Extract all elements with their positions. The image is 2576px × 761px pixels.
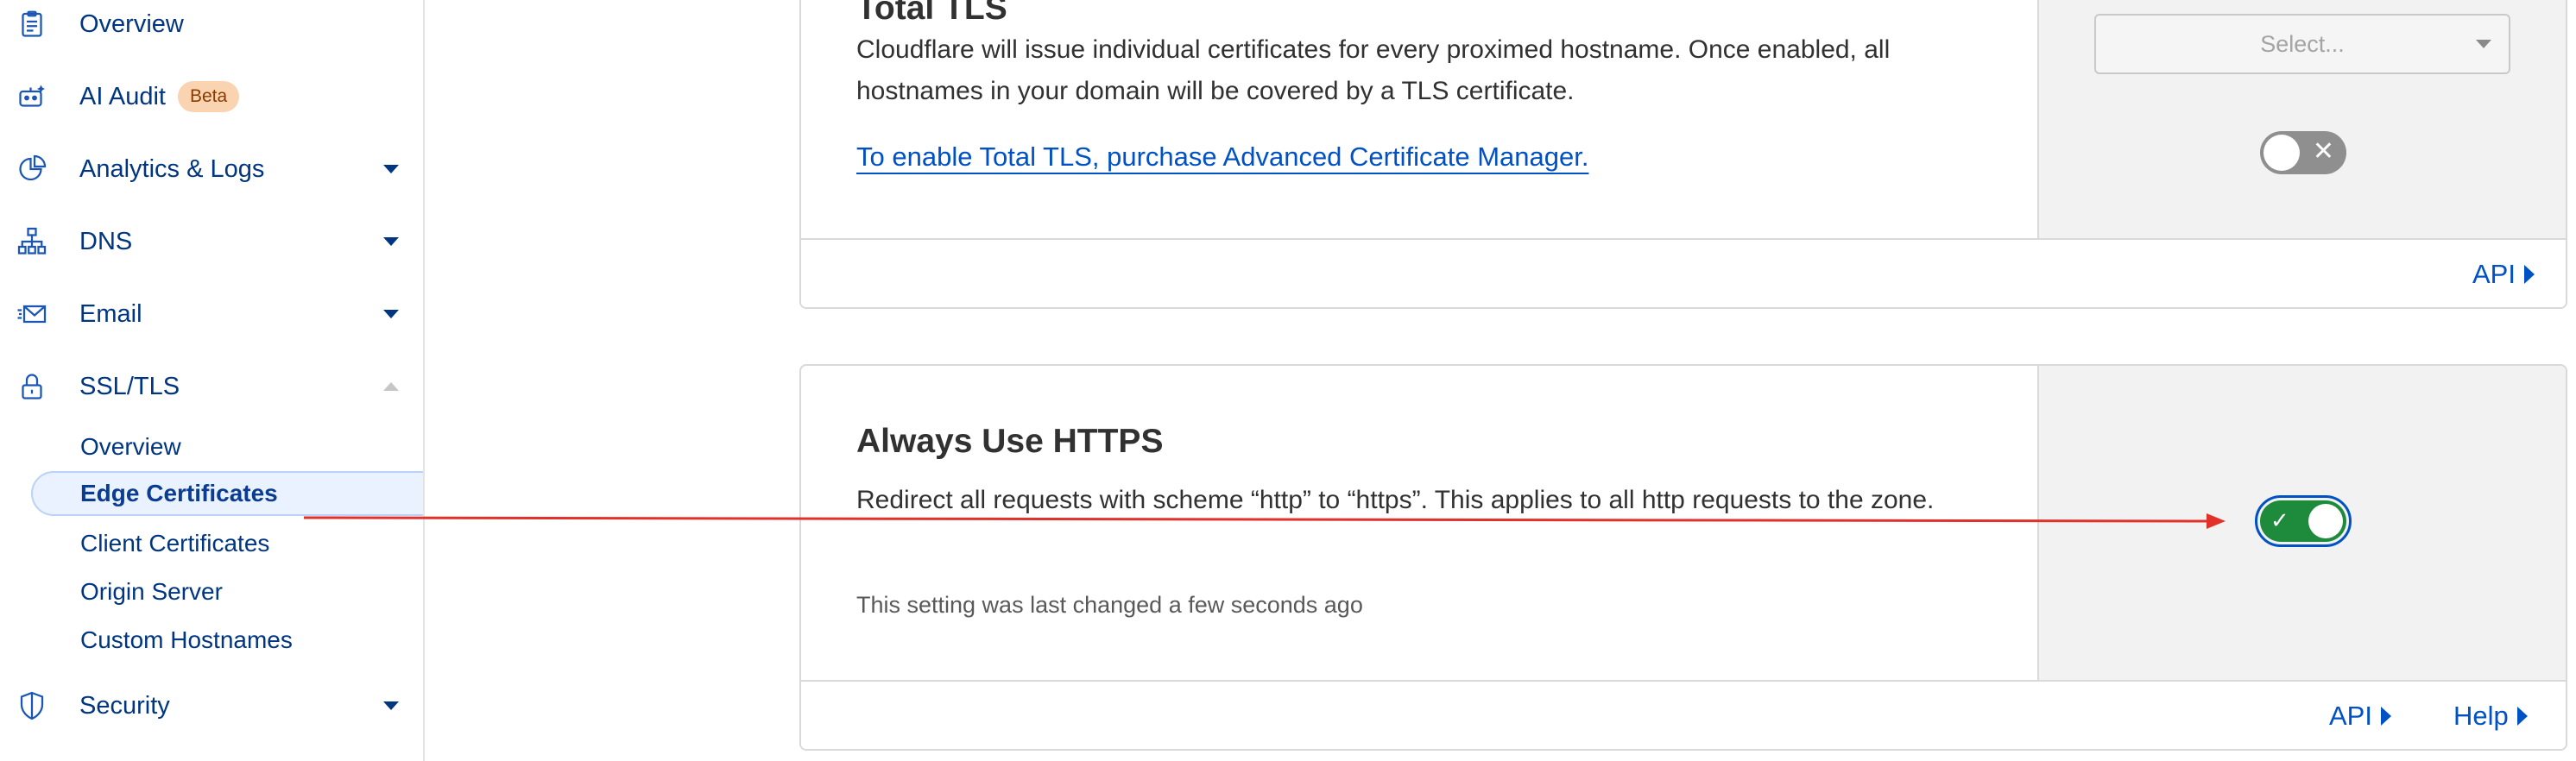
sidebar-item-label: AI Audit xyxy=(79,82,166,110)
toggle-knob xyxy=(2308,504,2343,538)
always-https-api-link[interactable]: API xyxy=(2329,701,2391,732)
always-https-card: Always Use HTTPS Redirect all requests w… xyxy=(799,364,2567,751)
sidebar-item-label: DNS xyxy=(79,227,133,255)
sidebar-item-ssl-tls[interactable]: SSL/TLS xyxy=(0,362,423,411)
sidebar-item-label: Overview xyxy=(79,9,184,38)
subnav-item-custom-hostnames[interactable]: Custom Hostnames xyxy=(31,618,423,663)
total-tls-description: Cloudflare will issue individual certifi… xyxy=(856,35,1891,105)
chevron-down-icon[interactable] xyxy=(380,695,402,717)
subnav-item-label: Client Certificates xyxy=(80,530,270,557)
close-icon: ✕ xyxy=(2312,136,2334,167)
subnav-item-label: Overview xyxy=(80,433,181,460)
caret-right-icon xyxy=(2516,707,2528,726)
robot-icon xyxy=(16,80,48,113)
total-tls-card: Total TLS Cloudflare will issue individu… xyxy=(799,0,2567,309)
sidebar-item-label: Analytics & Logs xyxy=(79,154,265,183)
always-https-help-link[interactable]: Help xyxy=(2453,701,2528,732)
chevron-down-icon[interactable] xyxy=(380,303,402,325)
sidebar: Overview AI Audit Beta Analytics & Logs … xyxy=(0,0,425,761)
toggle-track: ✓ xyxy=(2260,500,2346,542)
api-link-label: API xyxy=(2472,259,2516,289)
checkmark-icon: ✓ xyxy=(2270,508,2289,534)
sidebar-item-label: Email xyxy=(79,299,142,328)
sidebar-item-security[interactable]: Security xyxy=(0,682,423,730)
always-https-footer: API Help xyxy=(801,680,2566,749)
sidebar-item-overview[interactable]: Overview xyxy=(0,0,423,48)
total-tls-api-link[interactable]: API xyxy=(2472,259,2535,290)
select-placeholder: Select... xyxy=(2260,30,2345,57)
subnav-item-origin-server[interactable]: Origin Server xyxy=(31,569,423,614)
sidebar-item-dns[interactable]: DNS xyxy=(0,217,423,266)
always-https-controls: ✓ xyxy=(2037,366,2566,680)
always-https-description: Redirect all requests with scheme “http”… xyxy=(856,486,1935,514)
chevron-down-icon xyxy=(2476,40,2491,48)
sidebar-item-ai-audit[interactable]: AI Audit Beta xyxy=(0,72,423,121)
envelope-icon xyxy=(16,298,48,330)
beta-badge: Beta xyxy=(178,81,240,112)
help-link-label: Help xyxy=(2453,701,2509,731)
subnav-item-label: Custom Hostnames xyxy=(80,626,293,653)
subnav-item-overview[interactable]: Overview xyxy=(31,425,423,469)
total-tls-title: Total TLS xyxy=(856,0,1007,27)
always-https-body: Always Use HTTPS Redirect all requests w… xyxy=(801,366,2037,680)
chevron-up-icon[interactable] xyxy=(380,375,402,398)
total-tls-body: Total TLS Cloudflare will issue individu… xyxy=(801,0,2037,238)
lock-icon xyxy=(16,370,48,403)
pie-chart-icon xyxy=(16,153,48,186)
sidebar-item-label: SSL/TLS xyxy=(79,372,180,400)
purchase-acm-link[interactable]: To enable Total TLS, purchase Advanced C… xyxy=(856,142,1588,173)
caret-right-icon xyxy=(2380,707,2391,726)
sidebar-item-analytics-logs[interactable]: Analytics & Logs xyxy=(0,145,423,193)
certificate-select[interactable]: Select... xyxy=(2094,14,2510,74)
toggle-knob xyxy=(2263,135,2300,171)
network-icon xyxy=(16,225,48,258)
subnav-item-client-certificates[interactable]: Client Certificates xyxy=(31,521,423,566)
last-changed-text: This setting was last changed a few seco… xyxy=(856,592,1363,618)
total-tls-controls: Select... ✕ xyxy=(2037,0,2566,238)
subnav-item-label: Edge Certificates xyxy=(80,480,278,506)
always-https-title: Always Use HTTPS xyxy=(856,423,1164,460)
caret-right-icon xyxy=(2523,265,2535,284)
api-link-label: API xyxy=(2329,701,2372,731)
sidebar-item-label: Security xyxy=(79,691,170,720)
clipboard-icon xyxy=(16,8,48,41)
subnav-item-label: Origin Server xyxy=(80,578,223,605)
shield-icon xyxy=(16,689,48,722)
total-tls-toggle[interactable]: ✕ xyxy=(2260,131,2346,174)
subnav-item-edge-certificates[interactable]: Edge Certificates xyxy=(31,471,423,516)
chevron-down-icon[interactable] xyxy=(380,158,402,180)
sidebar-item-email[interactable]: Email xyxy=(0,290,423,338)
always-https-toggle[interactable]: ✓ xyxy=(2255,495,2352,547)
chevron-down-icon[interactable] xyxy=(380,230,402,253)
total-tls-footer: API xyxy=(801,238,2566,307)
